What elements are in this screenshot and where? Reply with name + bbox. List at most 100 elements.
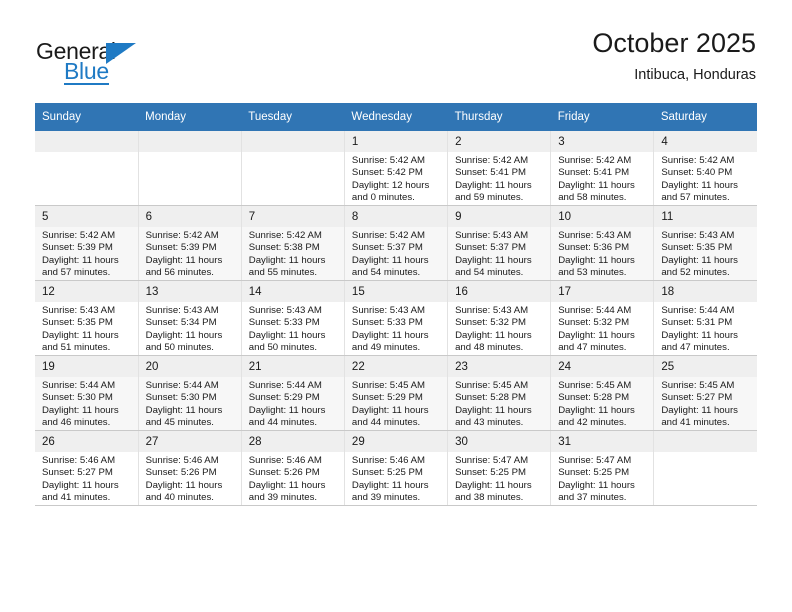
sunrise-text: Sunrise: 5:42 AM [248, 230, 322, 241]
calendar-week-row: 26 Sunrise: 5:46 AM Sunset: 5:27 PM Dayligh… [35, 430, 757, 506]
day-number: 23 [448, 356, 551, 377]
calendar-day-cell[interactable]: 8 Sunrise: 5:42 AM Sunset: 5:37 PM Daylight… [344, 205, 449, 281]
day-details: Sunrise: 5:44 AM Sunset: 5:30 PM Daylight:… [139, 377, 241, 430]
daylight-text-line2: and 58 minutes. [558, 192, 627, 204]
day-number: 28 [241, 431, 344, 452]
sunset-text: Sunset: 5:35 PM [661, 242, 733, 254]
daylight-text-line2: and 54 minutes. [351, 267, 421, 279]
day-number: 15 [344, 281, 448, 302]
sunset-text: Sunset: 5:30 PM [42, 392, 113, 404]
calendar-day-cell[interactable]: 11 Sunrise: 5:43 AM Sunset: 5:35 PM Dayligh… [653, 205, 757, 281]
calendar-day-cell[interactable]: 26 Sunrise: 5:46 AM Sunset: 5:27 PM Dayligh… [35, 430, 139, 506]
daylight-text-line2: and 0 minutes. [351, 192, 415, 204]
daylight-text-line2: and 49 minutes. [351, 342, 421, 354]
triangle-icon [106, 43, 136, 64]
calendar-day-cell-empty [241, 131, 345, 206]
calendar-day-cell[interactable]: 9 Sunrise: 5:43 AM Sunset: 5:37 PM Daylight… [447, 205, 552, 281]
day-number [138, 131, 241, 152]
daylight-text-line2: and 44 minutes. [248, 417, 318, 429]
daylight-text-line1: Daylight: 11 hours [661, 179, 738, 191]
sunset-text: Sunset: 5:25 PM [455, 467, 526, 479]
daylight-text-line2: and 59 minutes. [455, 192, 524, 204]
day-details: Sunrise: 5:44 AM Sunset: 5:32 PM Daylight:… [551, 302, 653, 355]
sunrise-text: Sunrise: 5:45 AM [661, 380, 735, 391]
daylight-text-line1: Daylight: 11 hours [558, 254, 635, 266]
calendar-day-cell[interactable]: 19 Sunrise: 5:44 AM Sunset: 5:30 PM Dayligh… [35, 355, 139, 431]
day-number [654, 431, 757, 452]
calendar-day-cell[interactable]: 31 Sunrise: 5:47 AM Sunset: 5:25 PM Dayligh… [550, 430, 655, 506]
daylight-text-line1: Daylight: 11 hours [558, 404, 635, 416]
day-number: 5 [35, 206, 138, 227]
daylight-text-line1: Daylight: 11 hours [661, 254, 738, 266]
sunset-text: Sunset: 5:41 PM [558, 167, 630, 179]
calendar-day-cell[interactable]: 27 Sunrise: 5:46 AM Sunset: 5:26 PM Dayligh… [138, 430, 242, 506]
calendar-day-cell[interactable]: 29 Sunrise: 5:46 AM Sunset: 5:25 PM Dayligh… [344, 430, 449, 506]
sunset-text: Sunset: 5:39 PM [42, 242, 113, 254]
daylight-text-line2: and 48 minutes. [455, 342, 524, 354]
daylight-text-line2: and 43 minutes. [455, 417, 524, 429]
day-details: Sunrise: 5:46 AM Sunset: 5:26 PM Daylight:… [139, 452, 241, 505]
weekday-header-friday: Friday [550, 103, 654, 131]
day-details: Sunrise: 5:45 AM Sunset: 5:28 PM Daylight:… [551, 377, 653, 430]
day-details: Sunrise: 5:42 AM Sunset: 5:42 PM Daylight:… [345, 152, 447, 205]
calendar-day-cell[interactable]: 15 Sunrise: 5:43 AM Sunset: 5:33 PM Dayligh… [344, 280, 449, 356]
calendar-day-cell[interactable]: 21 Sunrise: 5:44 AM Sunset: 5:29 PM Dayligh… [241, 355, 345, 431]
daylight-text-line2: and 52 minutes. [661, 267, 730, 279]
daylight-text-line2: and 45 minutes. [145, 417, 214, 429]
day-details: Sunrise: 5:45 AM Sunset: 5:28 PM Daylight:… [448, 377, 550, 430]
sunset-text: Sunset: 5:28 PM [558, 392, 630, 404]
sunrise-text: Sunrise: 5:45 AM [351, 380, 425, 391]
calendar-day-cell[interactable]: 3 Sunrise: 5:42 AM Sunset: 5:41 PM Daylight… [550, 131, 655, 206]
calendar-day-cell[interactable]: 5 Sunrise: 5:42 AM Sunset: 5:39 PM Daylight… [35, 205, 139, 281]
daylight-text-line1: Daylight: 11 hours [248, 479, 326, 491]
day-details: Sunrise: 5:42 AM Sunset: 5:39 PM Daylight:… [35, 227, 138, 280]
calendar-day-cell[interactable]: 12 Sunrise: 5:43 AM Sunset: 5:35 PM Dayligh… [35, 280, 139, 356]
calendar-day-cell[interactable]: 13 Sunrise: 5:43 AM Sunset: 5:34 PM Dayligh… [138, 280, 242, 356]
calendar-day-cell[interactable]: 7 Sunrise: 5:42 AM Sunset: 5:38 PM Daylight… [241, 205, 345, 281]
sunrise-text: Sunrise: 5:44 AM [42, 380, 116, 391]
sunrise-text: Sunrise: 5:44 AM [248, 380, 322, 391]
calendar-day-cell[interactable]: 16 Sunrise: 5:43 AM Sunset: 5:32 PM Dayligh… [447, 280, 552, 356]
daylight-text-line2: and 41 minutes. [661, 417, 730, 429]
day-details: Sunrise: 5:43 AM Sunset: 5:37 PM Daylight:… [448, 227, 550, 280]
calendar-day-cell[interactable]: 18 Sunrise: 5:44 AM Sunset: 5:31 PM Dayligh… [653, 280, 757, 356]
calendar-day-cell-empty [138, 131, 242, 206]
calendar-day-cell[interactable]: 1 Sunrise: 5:42 AM Sunset: 5:42 PM Daylight… [344, 131, 449, 206]
daylight-text-line1: Daylight: 11 hours [145, 404, 223, 416]
calendar-day-cell[interactable]: 6 Sunrise: 5:42 AM Sunset: 5:39 PM Daylight… [138, 205, 242, 281]
sunset-text: Sunset: 5:37 PM [351, 242, 423, 254]
weekday-header-tuesday: Tuesday [241, 103, 345, 131]
daylight-text-line2: and 57 minutes. [42, 267, 111, 279]
daylight-text-line1: Daylight: 11 hours [42, 329, 119, 341]
sunset-text: Sunset: 5:32 PM [455, 317, 526, 329]
sunset-text: Sunset: 5:27 PM [661, 392, 733, 404]
sunrise-text: Sunrise: 5:46 AM [248, 455, 322, 466]
daylight-text-line2: and 47 minutes. [558, 342, 627, 354]
calendar-grid: Sunday Monday Tuesday Wednesday Thursday… [35, 103, 757, 506]
calendar-day-cell[interactable]: 25 Sunrise: 5:45 AM Sunset: 5:27 PM Dayligh… [653, 355, 757, 431]
sunrise-text: Sunrise: 5:42 AM [558, 155, 632, 166]
day-details: Sunrise: 5:43 AM Sunset: 5:34 PM Daylight:… [139, 302, 241, 355]
daylight-text-line2: and 40 minutes. [145, 492, 214, 504]
day-details: Sunrise: 5:46 AM Sunset: 5:27 PM Daylight:… [35, 452, 138, 505]
day-details: Sunrise: 5:42 AM Sunset: 5:37 PM Daylight:… [345, 227, 447, 280]
calendar-day-cell[interactable]: 20 Sunrise: 5:44 AM Sunset: 5:30 PM Dayligh… [138, 355, 242, 431]
calendar-day-cell[interactable]: 14 Sunrise: 5:43 AM Sunset: 5:33 PM Dayligh… [241, 280, 345, 356]
calendar-day-cell[interactable]: 28 Sunrise: 5:46 AM Sunset: 5:26 PM Dayligh… [241, 430, 345, 506]
calendar-day-cell[interactable]: 24 Sunrise: 5:45 AM Sunset: 5:28 PM Dayligh… [550, 355, 655, 431]
sunset-text: Sunset: 5:33 PM [248, 317, 320, 329]
day-number: 30 [448, 431, 551, 452]
calendar-day-cell[interactable]: 4 Sunrise: 5:42 AM Sunset: 5:40 PM Daylight… [653, 131, 757, 206]
calendar-day-cell[interactable]: 17 Sunrise: 5:44 AM Sunset: 5:32 PM Dayligh… [550, 280, 655, 356]
day-details: Sunrise: 5:47 AM Sunset: 5:25 PM Daylight:… [448, 452, 550, 505]
daylight-text-line2: and 55 minutes. [248, 267, 318, 279]
calendar-day-cell[interactable]: 23 Sunrise: 5:45 AM Sunset: 5:28 PM Dayligh… [447, 355, 552, 431]
calendar-header-row: Sunday Monday Tuesday Wednesday Thursday… [35, 103, 757, 131]
sunset-text: Sunset: 5:27 PM [42, 467, 113, 479]
calendar-day-cell[interactable]: 30 Sunrise: 5:47 AM Sunset: 5:25 PM Dayligh… [447, 430, 552, 506]
sunset-text: Sunset: 5:32 PM [558, 317, 630, 329]
calendar-day-cell[interactable]: 10 Sunrise: 5:43 AM Sunset: 5:36 PM Dayligh… [550, 205, 655, 281]
calendar-day-cell[interactable]: 2 Sunrise: 5:42 AM Sunset: 5:41 PM Daylight… [447, 131, 552, 206]
calendar-day-cell[interactable]: 22 Sunrise: 5:45 AM Sunset: 5:29 PM Dayligh… [344, 355, 449, 431]
daylight-text-line1: Daylight: 11 hours [455, 254, 532, 266]
